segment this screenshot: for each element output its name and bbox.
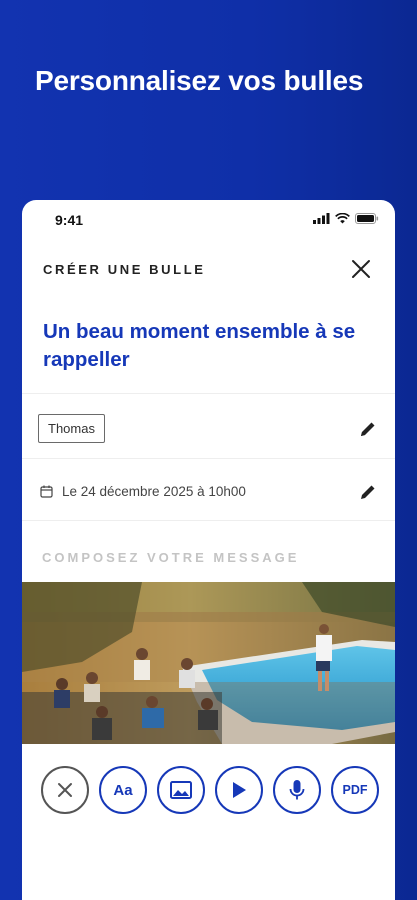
header-title: CRÉER UNE BULLE (43, 262, 206, 277)
close-icon[interactable] (349, 257, 373, 281)
schedule-date: Le 24 décembre 2025 à 10h00 (62, 484, 246, 499)
phone-screen: 9:41 CRÉER UNE BULLE Un beau moment ense… (22, 200, 395, 900)
image-icon (170, 781, 192, 799)
status-time: 9:41 (55, 212, 84, 228)
divider (22, 393, 395, 394)
cancel-button[interactable] (41, 766, 89, 814)
create-bubble-header: CRÉER UNE BULLE (22, 248, 395, 292)
bubble-title[interactable]: Un beau moment ensemble à se rappeller (43, 318, 373, 374)
schedule-row[interactable]: Le 24 décembre 2025 à 10h00 (40, 484, 246, 499)
message-toolbar: Aa PDF (41, 766, 379, 816)
add-pdf-button[interactable]: PDF (331, 766, 379, 814)
compose-label: COMPOSEZ VOTRE MESSAGE (42, 550, 300, 565)
add-video-button[interactable] (215, 766, 263, 814)
close-icon (58, 783, 72, 797)
status-bar: 9:41 (22, 200, 395, 240)
recipient-chip[interactable]: Thomas (38, 414, 105, 443)
edit-date-icon[interactable] (359, 483, 377, 501)
pool-party-image (22, 582, 395, 744)
status-icons (313, 213, 379, 224)
calendar-icon (40, 485, 53, 498)
divider (22, 520, 395, 521)
message-photo[interactable] (22, 582, 395, 744)
battery-icon (355, 213, 379, 224)
add-audio-button[interactable] (273, 766, 321, 814)
edit-recipient-icon[interactable] (359, 420, 377, 438)
divider (22, 458, 395, 459)
add-image-button[interactable] (157, 766, 205, 814)
add-text-button[interactable]: Aa (99, 766, 147, 814)
text-icon: Aa (113, 781, 133, 799)
wifi-icon (335, 213, 350, 224)
microphone-icon (289, 780, 305, 800)
signal-icon (313, 213, 330, 224)
play-icon (233, 782, 246, 798)
promo-headline: Personnalisez vos bulles (35, 65, 364, 96)
pdf-icon: PDF (342, 783, 368, 797)
